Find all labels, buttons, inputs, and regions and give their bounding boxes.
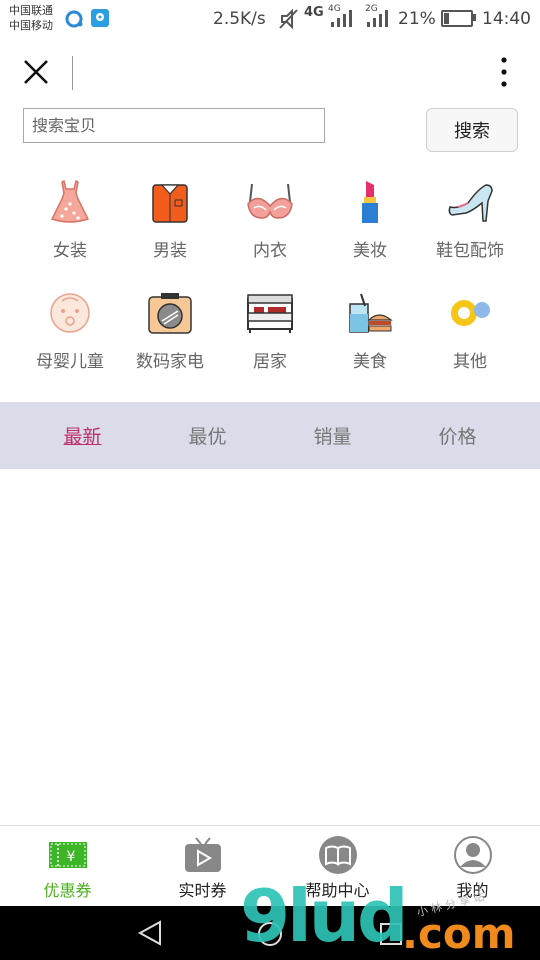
category-label: 其他 [453, 352, 487, 372]
sort-tab-label: 最新 [63, 426, 102, 448]
category-label: 数码家电 [136, 352, 204, 372]
high-heel-icon [446, 178, 494, 226]
sort-tab-newest[interactable]: 最新 [20, 402, 145, 469]
signal-2-bars-icon [365, 8, 391, 32]
category-digital[interactable]: 数码家电 [120, 289, 220, 389]
svg-text:¥: ¥ [66, 849, 75, 865]
nav-label: 实时券 [178, 881, 227, 900]
category-label: 鞋包配饰 [436, 241, 504, 261]
signal-1-label: 4G [304, 5, 324, 20]
category-label: 居家 [253, 352, 287, 372]
watermark-main: 9lud [240, 874, 409, 958]
nav-label: 优惠券 [43, 881, 92, 900]
bed-icon [246, 289, 294, 337]
close-icon[interactable] [22, 58, 50, 86]
status-bar: 中国联通 中国移动 2.5K/s 4G 4G 2G 21% 14:40 [0, 0, 540, 38]
baby-icon [46, 289, 94, 337]
location-app-icon [91, 9, 109, 31]
user-icon [453, 835, 493, 875]
browser-circle-icon [64, 9, 84, 33]
signal-1-bars-icon [329, 8, 355, 32]
other-icon [446, 289, 494, 337]
clock: 14:40 [482, 9, 531, 29]
book-icon [318, 835, 358, 875]
category-women[interactable]: 女装 [20, 178, 120, 278]
category-home[interactable]: 居家 [220, 289, 320, 389]
battery-level [444, 13, 449, 24]
food-icon [346, 289, 394, 337]
carrier-line-2: 中国移动 [9, 19, 53, 32]
battery-icon [441, 10, 473, 27]
sort-tab-price[interactable]: 价格 [395, 402, 520, 469]
network-speed: 2.5K/s [213, 9, 266, 29]
shirt-icon [146, 178, 194, 226]
sort-bar: 最新 最优 销量 价格 [0, 402, 540, 469]
back-triangle-icon[interactable] [136, 918, 164, 952]
category-men[interactable]: 男装 [120, 178, 220, 278]
category-baby[interactable]: 母婴儿童 [20, 289, 120, 389]
tv-play-icon [183, 835, 223, 875]
mute-icon [278, 8, 298, 34]
category-label: 内衣 [253, 241, 287, 261]
nav-coupons[interactable]: ¥ 优惠券 [0, 826, 135, 906]
sort-tab-label: 价格 [438, 426, 477, 448]
search-input[interactable] [23, 108, 325, 143]
category-shoes-bags[interactable]: 鞋包配饰 [420, 178, 520, 278]
battery-tip [473, 14, 476, 21]
carrier-line-1: 中国联通 [9, 4, 53, 17]
camera-icon [146, 289, 194, 337]
product-list [0, 469, 540, 825]
sort-tab-sales[interactable]: 销量 [270, 402, 395, 469]
search-button[interactable]: 搜索 [426, 108, 518, 152]
category-other[interactable]: 其他 [420, 289, 520, 389]
sort-tab-best[interactable]: 最优 [145, 402, 270, 469]
battery-percent: 21% [398, 9, 436, 29]
sort-tab-label: 销量 [313, 426, 352, 448]
dress-icon [46, 178, 94, 226]
category-label: 母婴儿童 [36, 352, 104, 372]
category-label: 美食 [353, 352, 387, 372]
coupon-icon: ¥ [48, 835, 88, 875]
more-vertical-icon[interactable] [496, 56, 512, 90]
bra-icon [246, 178, 294, 226]
header-divider [72, 56, 73, 90]
sort-tab-label: 最优 [188, 426, 227, 448]
category-cosmetics[interactable]: 美妆 [320, 178, 420, 278]
category-food[interactable]: 美食 [320, 289, 420, 389]
category-label: 男装 [153, 241, 187, 261]
category-underwear[interactable]: 内衣 [220, 178, 320, 278]
category-label: 美妆 [353, 241, 387, 261]
lipstick-icon [346, 178, 394, 226]
category-label: 女装 [53, 241, 87, 261]
